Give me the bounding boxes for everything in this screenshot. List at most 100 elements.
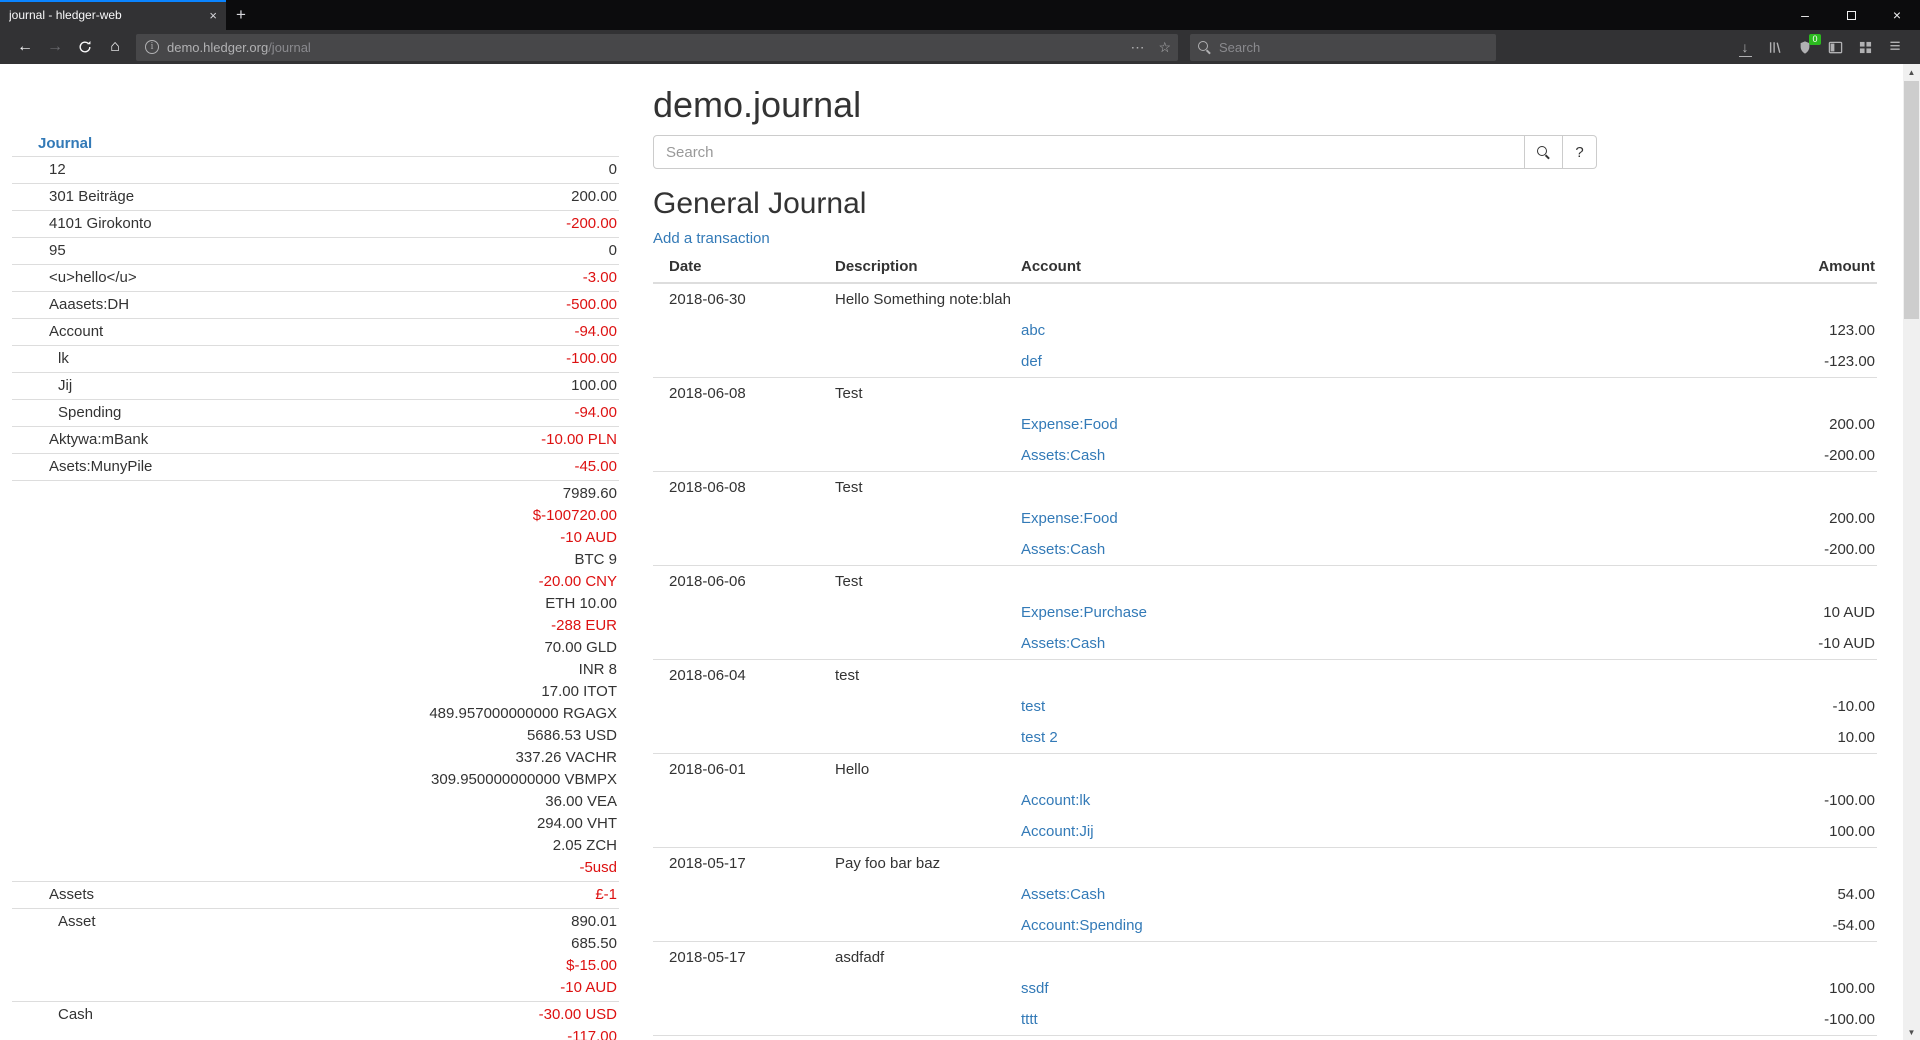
posting-amount: 54.00 (1657, 879, 1877, 910)
journal-search-form: ? (653, 135, 1597, 169)
download-icon: ↓ (1742, 41, 1749, 53)
posting-row: Assets:Cash-200.00 (653, 440, 1877, 472)
scrollbar-up-arrow[interactable]: ▲ (1903, 64, 1920, 80)
tab-title: journal - hledger-web (9, 8, 201, 22)
sidebar-account-link[interactable]: Assets (12, 884, 94, 906)
posting-row: Expense:Purchase10 AUD (653, 597, 1877, 628)
menu-button[interactable]: ≡ (1880, 33, 1910, 61)
posting-row: Expense:Food200.00 (653, 503, 1877, 534)
sidebar-account-balance: 200.00 (316, 184, 620, 211)
transaction-row: 2018-06-08Test (653, 378, 1877, 410)
url-bar[interactable]: i demo.hledger.org/journal ⋯ ☆ (136, 34, 1178, 61)
bookmark-star-icon[interactable]: ☆ (1151, 39, 1178, 56)
maximize-button[interactable] (1828, 0, 1874, 30)
browser-chrome: journal - hledger-web × + – × ← → ⌂ i de… (0, 0, 1920, 64)
sidebar-account-link[interactable]: Asets:MunyPile (12, 456, 152, 478)
posting-account-link[interactable]: ssdf (1021, 980, 1049, 997)
add-transaction-link[interactable]: Add a transaction (653, 230, 770, 247)
posting-account-link[interactable]: Account:Spending (1021, 917, 1143, 934)
posting-account-link[interactable]: abc (1021, 322, 1045, 339)
posting-account-link[interactable]: Assets:Cash (1021, 541, 1105, 558)
sidebar-account-link[interactable]: Aktywa:mBank (12, 429, 148, 451)
sidebar-account-balance: -3.00 (316, 265, 620, 292)
tab-close-icon[interactable]: × (209, 8, 217, 23)
posting-account-link[interactable]: Expense:Food (1021, 416, 1118, 433)
sidebar: Journal 12 0 301 Beiträge 200.00 4101 Giroko… (12, 132, 619, 1040)
close-button[interactable]: × (1874, 0, 1920, 30)
posting-amount: -10 AUD (1657, 628, 1877, 660)
sidebar-icon (1828, 40, 1843, 55)
sidebar-account-link[interactable]: Aaasets:DH (12, 294, 129, 316)
col-header-description: Description (835, 253, 1021, 283)
page-scrollbar[interactable]: ▲ ▼ (1903, 64, 1920, 1040)
transaction-description: Test (835, 472, 1657, 504)
browser-search-bar[interactable]: Search (1190, 34, 1496, 61)
sidebar-account-balance: 0 (316, 238, 620, 265)
browser-search-placeholder: Search (1219, 40, 1260, 55)
sidebar-account-link[interactable]: Spending (12, 402, 121, 424)
posting-account-link[interactable]: Expense:Purchase (1021, 604, 1147, 621)
sidebar-toggle-button[interactable] (1820, 33, 1850, 61)
sidebar-account-row: Aktywa:mBank-10.00 PLN (12, 427, 619, 454)
transaction-date: 2018-06-08 (653, 472, 835, 504)
back-button[interactable]: ← (10, 33, 40, 61)
home-button[interactable]: ⌂ (100, 33, 130, 61)
transaction-date: 2018-05-17 (653, 848, 835, 880)
scrollbar-down-arrow[interactable]: ▼ (1903, 1024, 1920, 1040)
posting-row: Assets:Cash -10 AUD (653, 628, 1877, 660)
extension-button[interactable]: 0 (1790, 33, 1820, 61)
posting-account-link[interactable]: test 2 (1021, 729, 1058, 746)
sidebar-account-link[interactable]: <u>hello</u> (12, 267, 137, 289)
section-title: General Journal (653, 187, 1877, 220)
transaction-description: Hello (835, 754, 1657, 786)
page-actions-icon[interactable]: ⋯ (1123, 39, 1151, 56)
page-content: Journal 12 0 301 Beiträge 200.00 4101 Giroko… (0, 64, 1920, 1040)
journal-search-button[interactable] (1525, 135, 1563, 169)
transaction-description: Pay foo bar baz (835, 848, 1657, 880)
library-button[interactable] (1760, 33, 1790, 61)
posting-account-link[interactable]: test (1021, 698, 1045, 715)
sidebar-account-link[interactable]: Asset (12, 911, 96, 933)
posting-account-link[interactable]: tttt (1021, 1011, 1038, 1028)
sidebar-account-link[interactable]: 301 Beiträge (12, 186, 134, 208)
sidebar-journal-link[interactable]: Journal (38, 135, 92, 152)
sidebar-account-link[interactable]: 95 (12, 240, 66, 262)
posting-amount: 10.00 (1657, 722, 1877, 754)
sidebar-account-balance: 7989.60$-100720.00-10 AUDBTC 9-20.00 CNY… (316, 481, 620, 882)
new-tab-button[interactable]: + (226, 0, 256, 30)
transaction-description: Test (835, 378, 1657, 410)
sidebar-account-link[interactable]: 12 (12, 159, 66, 181)
scrollbar-thumb[interactable] (1904, 81, 1919, 319)
posting-account-link[interactable]: Assets:Cash (1021, 635, 1105, 652)
posting-account-link[interactable]: Account:Jij (1021, 823, 1094, 840)
posting-account-link[interactable]: def (1021, 353, 1042, 370)
site-info-icon[interactable]: i (145, 40, 159, 54)
sidebar-account-row: lk-100.00 (12, 346, 619, 373)
sidebar-account-link[interactable]: 4101 Girokonto (12, 213, 152, 235)
posting-row: abc123.00 (653, 315, 1877, 346)
sidebar-account-link[interactable]: Cash (12, 1004, 93, 1026)
posting-account-link[interactable]: Expense:Food (1021, 510, 1118, 527)
posting-row: ssdf100.00 (653, 973, 1877, 1004)
col-header-account: Account (1021, 253, 1657, 283)
posting-account-link[interactable]: Assets:Cash (1021, 886, 1105, 903)
minimize-button[interactable]: – (1782, 0, 1828, 30)
sidebar-account-row: Jij100.00 (12, 373, 619, 400)
sidebar-account-link[interactable]: Account (12, 321, 103, 343)
posting-amount: 100.00 (1657, 816, 1877, 848)
forward-button[interactable]: → (40, 33, 70, 61)
search-help-button[interactable]: ? (1563, 135, 1597, 169)
grid-button[interactable] (1850, 33, 1880, 61)
sidebar-account-link[interactable]: lk (12, 348, 69, 370)
sidebar-account-balance: -45.00 (316, 454, 620, 481)
sidebar-account-balance: 890.01685.50$-15.00-10 AUD (316, 909, 620, 1002)
browser-tab[interactable]: journal - hledger-web × (0, 0, 226, 30)
download-button[interactable]: ↓ (1730, 33, 1760, 61)
posting-amount: -100.00 (1657, 785, 1877, 816)
posting-row: Account:Spending-54.00 (653, 910, 1877, 942)
posting-account-link[interactable]: Account:lk (1021, 792, 1090, 809)
sidebar-account-link[interactable]: Jij (12, 375, 72, 397)
posting-account-link[interactable]: Assets:Cash (1021, 447, 1105, 464)
journal-search-input[interactable] (653, 135, 1525, 169)
reload-button[interactable] (70, 33, 100, 61)
